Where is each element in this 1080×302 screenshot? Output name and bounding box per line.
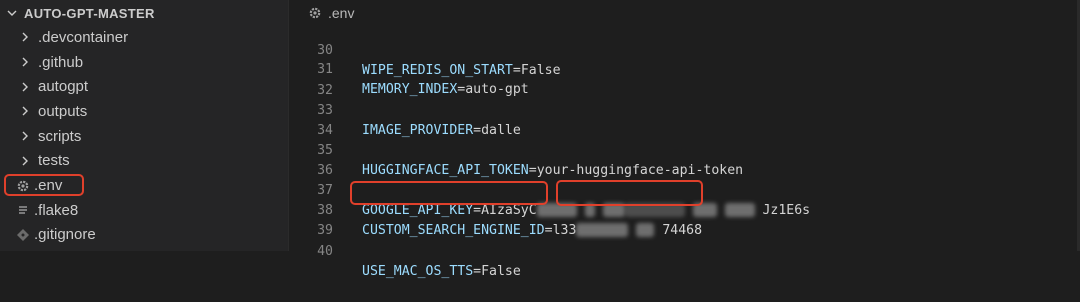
- explorer-sidebar: AUTO-GPT-MASTER .devcontainer .github au…: [0, 0, 289, 251]
- chevron-right-icon: [22, 82, 28, 92]
- tree-item-label: .devcontainer: [38, 28, 129, 46]
- tree-folder-autogpt[interactable]: autogpt: [0, 74, 288, 99]
- value-highlight-box: [556, 180, 703, 206]
- code-line[interactable]: 35 HUGGINGFACE_API_TOKEN=your-huggingfac…: [289, 121, 979, 178]
- chevron-right-icon: [22, 156, 28, 166]
- editor-pane[interactable]: .env 30 WIPE_REDIS_ON_START=False 31 MEM…: [289, 0, 1080, 279]
- code-line[interactable]: 32: [289, 61, 979, 98]
- tree-item-label: .github: [38, 53, 84, 71]
- chevron-right-icon: [22, 106, 28, 116]
- code-line[interactable]: 31 MEMORY_INDEX=auto-gpt: [289, 40, 979, 97]
- code-line[interactable]: 34: [289, 101, 979, 138]
- explorer-root-label: AUTO-GPT-MASTER: [24, 5, 155, 21]
- tree-folder-outputs[interactable]: outputs: [0, 99, 288, 124]
- env-highlight-box: [4, 174, 84, 196]
- tree-folder-github[interactable]: .github: [0, 50, 288, 75]
- key-highlight-box: [350, 181, 548, 205]
- env-value: False: [481, 264, 521, 279]
- tree-item-label: .gitignore: [34, 226, 96, 244]
- tree-item-label: .flake8: [34, 201, 79, 219]
- code-line[interactable]: 36: [289, 141, 979, 178]
- chevron-right-icon: [22, 131, 28, 141]
- editor-file-title: .env: [328, 5, 355, 21]
- code-line[interactable]: 40 USE_MAC_OS_TTS=False: [289, 222, 979, 279]
- chevron-down-icon: [7, 10, 17, 16]
- tree-file-flake8[interactable]: .flake8: [0, 198, 288, 223]
- chevron-right-icon: [22, 57, 28, 67]
- env-key: USE_MAC_OS_TTS: [362, 264, 474, 279]
- code-line[interactable]: 33 IMAGE_PROVIDER=dalle: [289, 81, 979, 138]
- tree-folder-devcontainer[interactable]: .devcontainer: [0, 25, 288, 50]
- editor-breadcrumb[interactable]: .env: [308, 4, 354, 22]
- explorer-root-folder[interactable]: AUTO-GPT-MASTER: [6, 4, 155, 22]
- tree-item-label: outputs: [38, 102, 88, 120]
- chevron-right-icon: [22, 32, 28, 42]
- lines-icon: [16, 203, 30, 217]
- tree-item-label: scripts: [38, 127, 82, 145]
- tree-folder-scripts[interactable]: scripts: [0, 124, 288, 149]
- git-diamond-icon: [16, 228, 30, 242]
- tree-item-label: tests: [38, 152, 70, 170]
- code-line[interactable]: 37 GOOGLE_API_KEY=AIzaSyC Jz1E6s: [289, 161, 979, 218]
- tree-item-label: autogpt: [38, 78, 89, 96]
- gear-icon: [309, 7, 321, 19]
- equals-sign: =: [473, 264, 482, 279]
- tree-file-gitignore[interactable]: .gitignore: [0, 223, 288, 248]
- tree-folder-tests[interactable]: tests: [0, 149, 288, 174]
- code-line[interactable]: 30 WIPE_REDIS_ON_START=False: [289, 21, 979, 78]
- line-number: 40: [317, 244, 333, 259]
